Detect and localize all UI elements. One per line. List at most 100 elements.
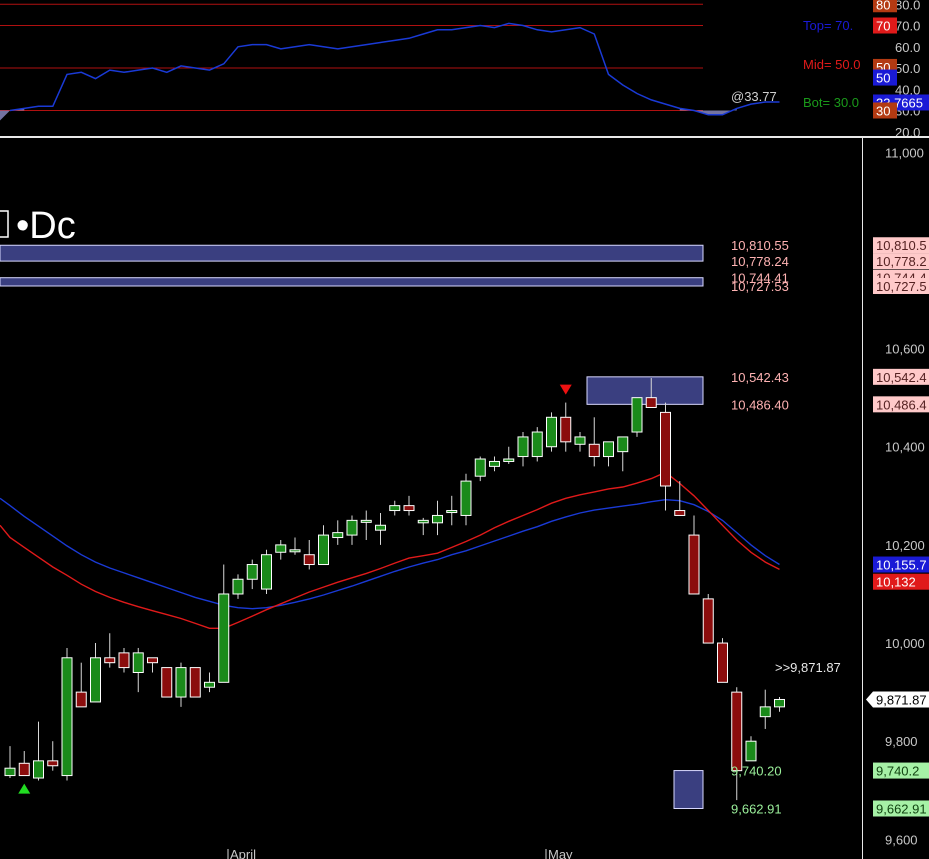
candle-bull <box>460 480 472 516</box>
candle-bear <box>674 510 686 516</box>
candle-bull <box>389 505 401 512</box>
candle-bear <box>702 598 714 644</box>
candle-bear <box>75 691 87 708</box>
candle-bull <box>417 519 429 524</box>
rsi-axis-tick: 70.0 <box>895 19 920 34</box>
chart-title: •Dc <box>16 205 76 247</box>
demand-zone-top-tag-text: 9,740.2 <box>876 764 919 779</box>
candle-bull <box>360 519 372 523</box>
candle-bull <box>745 740 757 762</box>
candle-bear <box>189 667 201 698</box>
candle-bull <box>517 436 529 458</box>
candle-bear <box>18 762 30 777</box>
demand-zone <box>673 770 704 809</box>
supply-zone-bottom-label: 10,486.40 <box>731 397 789 412</box>
candle-bear <box>47 760 59 767</box>
candle-bull <box>318 534 329 566</box>
candle-bear <box>104 657 116 664</box>
candle-bull <box>446 510 458 514</box>
candle-bull <box>61 657 73 777</box>
ema-fast-tag-text: 10,132 <box>876 575 916 590</box>
price-axis-tick: 10,400 <box>885 440 925 455</box>
candle-bear <box>118 652 130 669</box>
candle-bull <box>33 760 44 779</box>
price-axis-tick: 10,000 <box>885 636 925 651</box>
supply-zone-top-label: 10,810.55 <box>731 238 789 253</box>
rsi-axis-tick: 60.0 <box>895 40 920 55</box>
rsi-axis-tick: 80.0 <box>895 0 920 12</box>
candle-bear <box>588 443 600 458</box>
x-axis-label: May <box>548 847 573 859</box>
candle-bear <box>147 657 158 664</box>
candle-bear <box>560 416 572 443</box>
candle-bull <box>774 698 785 708</box>
candle-bear <box>161 667 173 698</box>
rsi-axis-tag-text: 80 <box>876 0 890 12</box>
rsi-mid-label: Mid= 50.0 <box>803 57 860 72</box>
candle-bull <box>175 667 187 698</box>
candle-bear <box>303 554 315 566</box>
candle-bull <box>246 564 258 580</box>
rsi-bot-label: Bot= 30.0 <box>803 95 859 110</box>
supply-zone-top-tag-text: 10,810.5 <box>876 238 927 253</box>
current-price-tag-text: 9,871.87 <box>876 692 927 707</box>
candle-bull <box>617 436 629 453</box>
price-axis-tick: 9,600 <box>885 832 918 847</box>
candle-bull <box>132 652 144 674</box>
candle-bull <box>346 519 358 536</box>
candle-bear <box>403 505 415 512</box>
candle-bear <box>717 642 728 683</box>
demand-zone-bottom-tag-text: 9,662.91 <box>876 801 927 816</box>
price-axis-tick: 10,600 <box>885 342 925 357</box>
price-axis-tick: 10,200 <box>885 538 925 553</box>
candle-bull <box>631 397 643 433</box>
supply-zone-top-label: 10,542.43 <box>731 370 789 385</box>
candle-bull <box>232 578 244 595</box>
candle-bull <box>432 514 443 524</box>
rsi-top-label: Top= 70. <box>803 18 853 33</box>
price-axis-tick: 9,800 <box>885 734 918 749</box>
candle-bull <box>546 416 557 448</box>
chart-canvas: Top= 70. Mid= 50.0 Bot= 30.0 @33.77 80.0… <box>0 0 929 859</box>
candle-bull <box>204 681 215 688</box>
candle-bull <box>531 431 543 458</box>
supply-zone-bottom-tag-text: 10,486.4 <box>876 397 927 412</box>
current-price-label: >>9,871.87 <box>775 660 841 675</box>
candle-bear <box>660 411 671 487</box>
candle-bull <box>289 549 301 553</box>
candle-bull <box>574 436 586 445</box>
x-axis-label: April <box>230 847 256 859</box>
rsi-axis-tag-text: 30 <box>876 104 890 119</box>
demand-zone-bottom-label: 9,662.91 <box>731 801 782 816</box>
chart-background <box>0 0 929 859</box>
candle-bull <box>332 532 344 539</box>
candle-bull <box>90 657 101 703</box>
candle-bear <box>688 534 700 595</box>
supply-zone <box>0 277 704 287</box>
panel-separator <box>0 136 929 138</box>
price-axis-divider <box>862 138 863 859</box>
candle-bear <box>731 691 743 772</box>
ema-slow-tag-text: 10,155.7 <box>876 558 927 573</box>
supply-zone-bottom-tag-text: 10,778.2 <box>876 254 927 269</box>
rsi-axis-tag-text: 70 <box>876 19 890 34</box>
candle-bull <box>489 460 500 467</box>
rsi-current-label: @33.77 <box>731 89 777 104</box>
supply-zone-top-tag-text: 10,542.4 <box>876 370 927 385</box>
demand-zone-top-label: 9,740.20 <box>731 764 782 779</box>
rsi-axis-tick: 50.0 <box>895 61 920 76</box>
supply-zone-bottom-label: 10,778.24 <box>731 254 789 269</box>
supply-zone-bottom-label: 10,727.53 <box>731 279 789 294</box>
candle-bull <box>4 767 16 777</box>
candle-bull <box>759 706 771 718</box>
candle-bull <box>261 554 272 590</box>
candle-bull <box>218 593 230 683</box>
candle-bull <box>275 544 287 553</box>
candle-bull <box>603 441 614 458</box>
candle-bull <box>503 458 515 462</box>
rsi-axis-tag-text: 50 <box>876 71 890 86</box>
supply-zone <box>0 244 704 262</box>
price-axis-tick: 11,000 <box>885 145 924 160</box>
candle-bull <box>474 458 486 477</box>
candle-bull <box>375 524 386 531</box>
